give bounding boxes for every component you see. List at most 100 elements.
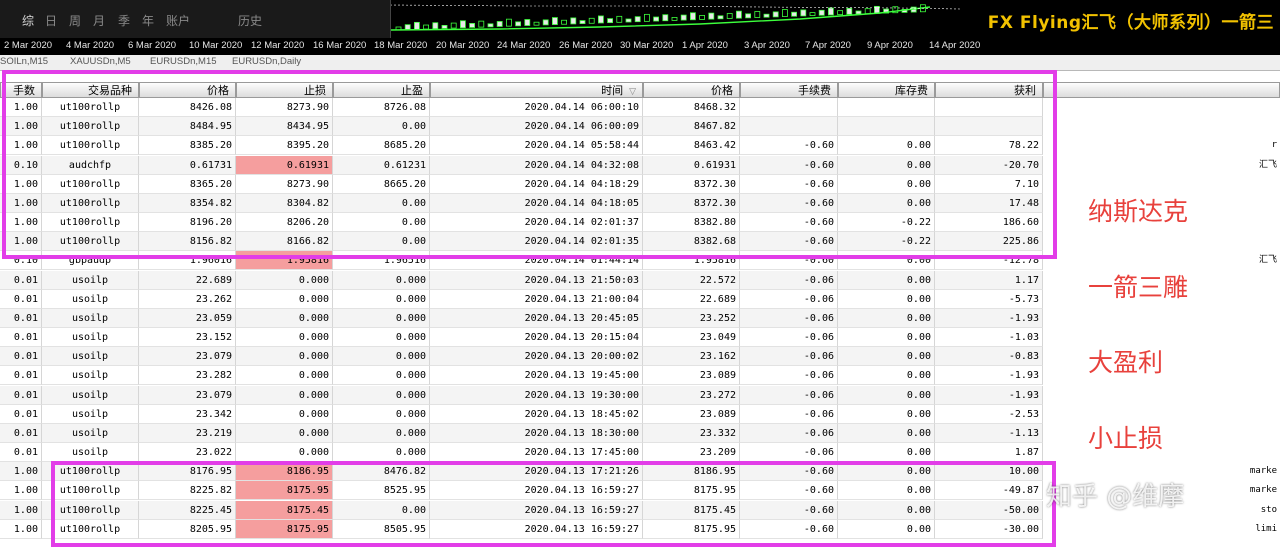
cell-lots: 0.01 [0,386,42,405]
candle [423,24,430,30]
cell-symbol: gbpaudp [42,251,139,270]
cell-profit [935,117,1043,136]
period-tab-1[interactable]: 日 [45,12,57,29]
table-row[interactable]: 1.00 ut100rollp 8156.82 8166.82 0.00 2020.04.… [0,232,1280,251]
cell-profit: -12.78 [935,251,1043,270]
cell-note: r [1043,136,1280,155]
candle [478,20,485,28]
callout-big-profit: 大盈利 [1088,348,1164,377]
cell-price2: 22.572 [643,271,740,290]
column-header-label: 手续费 [798,85,831,97]
period-tab-7[interactable]: 历史 [238,12,262,29]
candle [432,22,439,30]
candle [708,12,715,20]
table-row[interactable]: 0.01 usoilp 23.059 0.000 0.000 2020.04.13 20:… [0,309,1280,328]
period-tab-2[interactable]: 周 [69,12,81,29]
cell-time: 2020.04.14 04:18:05 [430,194,643,213]
cell-price2: 8382.80 [643,213,740,232]
cell-price2: 23.089 [643,366,740,385]
candle [524,19,531,26]
cell-symbol: ut100rollp [42,98,139,117]
candle [736,10,742,19]
date-tick: 14 Apr 2020 [929,40,981,51]
table-row[interactable]: 0.01 usoilp 23.079 0.000 0.000 2020.04.13 19:… [0,386,1280,405]
chart-tab-2[interactable]: EURUSDn,M15 [150,56,217,67]
cell-lots: 0.01 [0,443,42,462]
cell-sl: 0.61931 [236,156,333,175]
cell-lots: 1.00 [0,520,42,539]
cell-swap: 0.00 [838,175,935,194]
date-tick: 18 Mar 2020 [374,40,428,51]
sort-desc-icon[interactable]: ▽ [629,86,636,96]
cell-price: 23.079 [139,347,236,366]
column-header-commission[interactable]: 手续费 [740,82,838,98]
column-header-swap[interactable]: 库存费 [838,82,935,98]
cell-symbol: ut100rollp [42,232,139,251]
cell-swap: 0.00 [838,271,935,290]
cell-commission: -0.06 [740,271,838,290]
cell-profit: 186.60 [935,213,1043,232]
table-row[interactable]: 1.00 ut100rollp 8484.95 8434.95 0.00 2020.04.… [0,117,1280,136]
candle [487,23,494,28]
cell-lots: 1.00 [0,501,42,520]
cell-profit: -50.00 [935,501,1043,520]
table-row[interactable]: 1.00 ut100rollp 8205.95 8175.95 8505.95 2020.… [0,520,1280,539]
candle [552,17,558,25]
cell-price: 8385.20 [139,136,236,155]
cell-commission: -0.06 [740,366,838,385]
table-row[interactable]: 1.00 ut100rollp 8385.20 8395.20 8685.20 2020.… [0,136,1280,155]
cell-sl: 0.000 [236,366,333,385]
cell-sl: 0.000 [236,347,333,366]
cell-profit: 10.00 [935,462,1043,481]
cell-time: 2020.04.14 04:32:08 [430,156,643,175]
cell-swap: 0.00 [838,462,935,481]
candle [634,16,641,23]
period-tab-4[interactable]: 季 [118,12,130,29]
chart-tab-3[interactable]: EURUSDn,Daily [232,56,301,67]
candle [570,17,577,25]
table-row[interactable]: 0.10 audchfp 0.61731 0.61931 0.61231 2020.04.… [0,156,1280,175]
cell-commission: -0.60 [740,175,838,194]
cell-sl: 8273.90 [236,175,333,194]
date-tick: 2 Mar 2020 [4,40,53,51]
cell-commission [740,98,838,117]
cell-tp: 0.000 [333,271,430,290]
cell-price2: 23.162 [643,347,740,366]
column-header-lots[interactable]: 手数 [0,82,42,98]
chart-tab-1[interactable]: XAUUSDn,M5 [70,56,131,67]
column-header-price2[interactable]: 价格 [643,82,740,98]
candle [717,15,724,20]
cell-commission: -0.60 [740,481,838,500]
column-header-tp[interactable]: 止盈 [333,82,430,98]
cell-price2: 8372.30 [643,175,740,194]
cell-symbol: usoilp [42,290,139,309]
period-tab-6[interactable]: 账户 [166,12,190,29]
column-header-symbol[interactable]: 交易品种 [42,82,139,98]
column-header-price[interactable]: 价格 [139,82,236,98]
cell-sl: 0.000 [236,386,333,405]
cell-lots: 1.00 [0,98,42,117]
column-header-profit[interactable]: 获利 [935,82,1043,98]
cell-price2: 23.272 [643,386,740,405]
period-tab-3[interactable]: 月 [93,12,105,29]
cell-lots: 1.00 [0,175,42,194]
cell-time: 2020.04.13 16:59:27 [430,520,643,539]
period-tab-0[interactable]: 综 [22,12,34,29]
candle [800,9,807,17]
candle [616,15,623,23]
column-header-time[interactable]: 时间 ▽ [430,82,643,98]
column-header-note[interactable] [1043,82,1280,98]
cell-price: 22.689 [139,271,236,290]
cell-price: 1.96016 [139,251,236,270]
cell-price: 23.219 [139,424,236,443]
cell-lots: 0.01 [0,328,42,347]
table-row[interactable]: 1.00 ut100rollp 8426.08 8273.90 8726.08 2020.… [0,98,1280,117]
cell-tp: 8685.20 [333,136,430,155]
cell-profit: -0.83 [935,347,1043,366]
chart-tab-0[interactable]: SOILn,M15 [0,56,48,67]
date-tick: 30 Mar 2020 [620,40,674,51]
period-tab-5[interactable]: 年 [142,12,154,29]
cell-swap: 0.00 [838,405,935,424]
column-header-label: 价格 [207,85,229,97]
column-header-sl[interactable]: 止损 [236,82,333,98]
